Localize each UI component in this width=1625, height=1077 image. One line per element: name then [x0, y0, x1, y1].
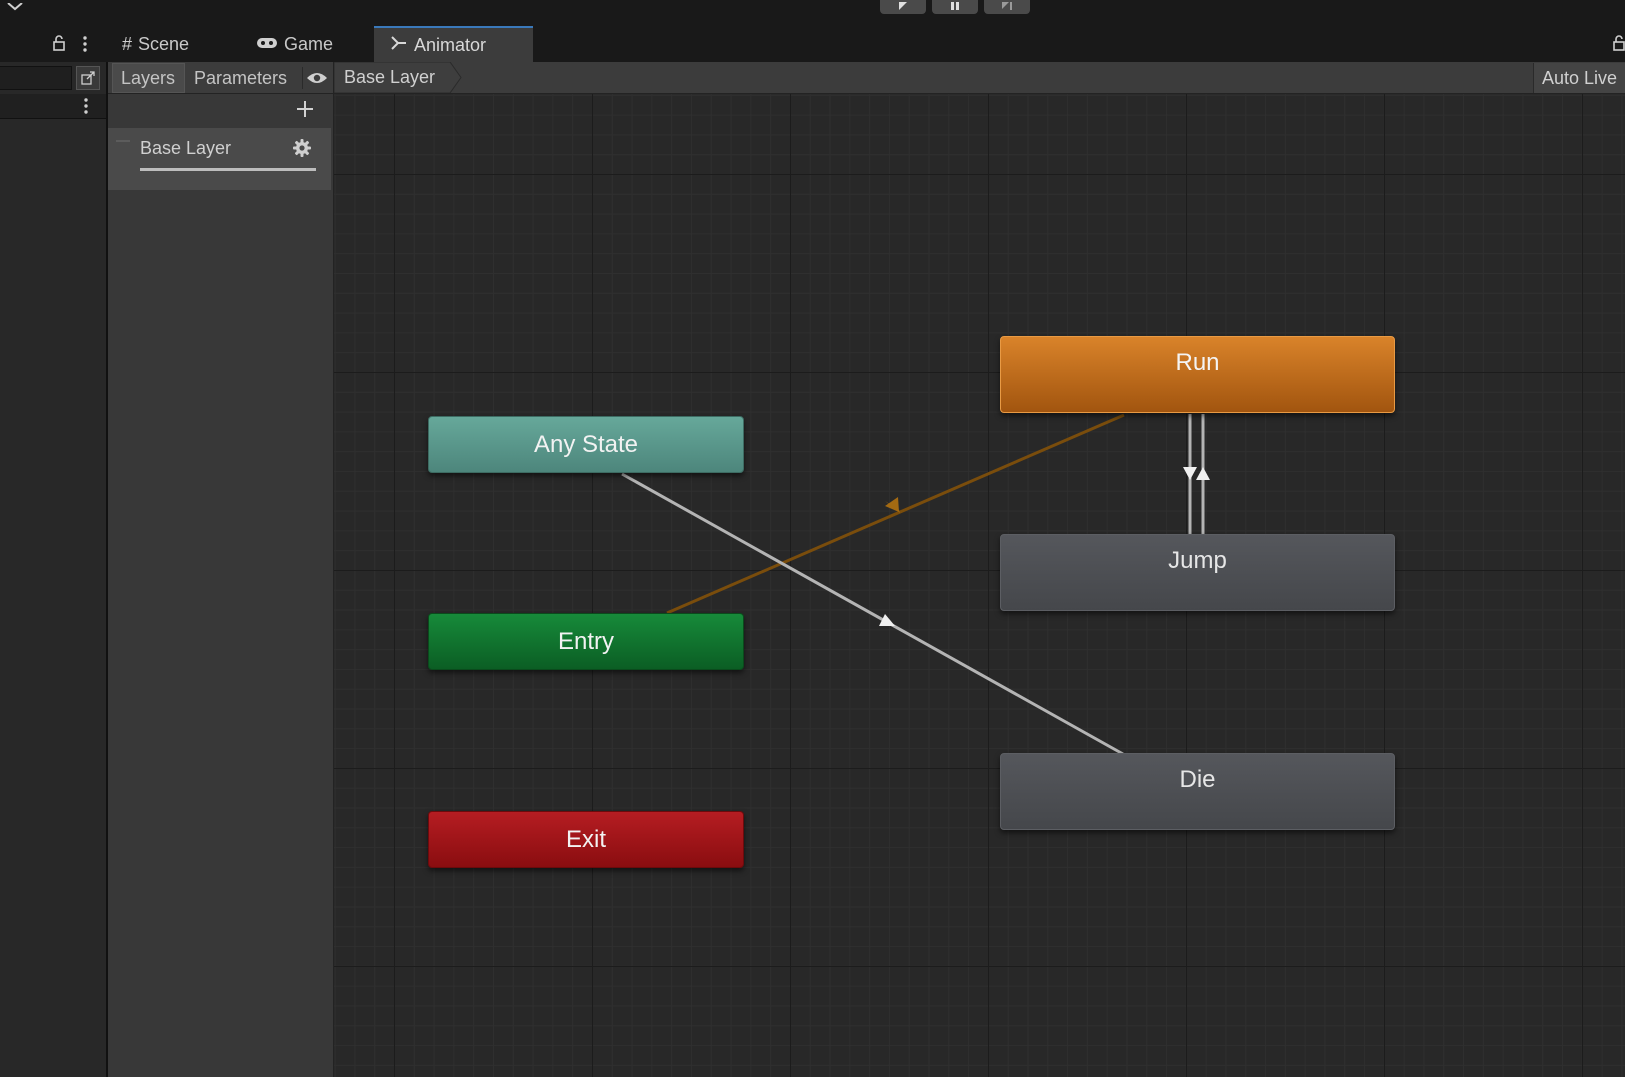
node-any-state[interactable]: Any State: [428, 416, 744, 473]
transition-arrow-icon: [1196, 467, 1210, 480]
step-button[interactable]: [984, 0, 1030, 14]
node-entry[interactable]: Entry: [428, 613, 744, 670]
graph-header: [334, 62, 1625, 94]
top-toolbar: [0, 0, 1625, 24]
pop-out-icon[interactable]: [76, 66, 100, 90]
node-jump[interactable]: Jump: [1000, 534, 1395, 611]
node-exit-label: Exit: [565, 825, 606, 853]
transition-arrow-icon: [1183, 467, 1197, 480]
auto-live-label: Auto Live: [1542, 67, 1618, 88]
node-die[interactable]: Die: [1000, 753, 1395, 830]
unity-logo-icon: [6, 0, 24, 18]
node-exit[interactable]: Exit: [428, 811, 744, 868]
gear-icon[interactable]: [292, 138, 312, 163]
play-button[interactable]: [880, 0, 926, 14]
tab-scene-label: Scene: [138, 33, 190, 54]
node-jump-label: Jump: [1168, 547, 1227, 574]
auto-live-button[interactable]: Auto Live: [1533, 63, 1625, 93]
node-entry-label: Entry: [557, 627, 614, 655]
add-layer-button[interactable]: [294, 98, 316, 120]
tab-bar: [0, 24, 1625, 63]
breadcrumb-label: Base Layer: [344, 67, 436, 87]
kebab-menu-icon[interactable]: [82, 36, 88, 57]
pause-icon: [951, 2, 959, 10]
eye-icon[interactable]: [302, 67, 331, 89]
search-field[interactable]: [0, 66, 72, 90]
lock-icon[interactable]: [52, 35, 66, 56]
animator-graph[interactable]: Any State Entry Exit Run Jump Die: [334, 94, 1625, 1077]
tab-parameters[interactable]: Parameters: [186, 63, 298, 93]
tab-layers-label: Layers: [121, 67, 176, 88]
left-panel: [0, 62, 108, 1077]
tab-scene[interactable]: # Scene: [112, 26, 212, 62]
transitions-layer: [621, 413, 1210, 756]
node-run-label: Run: [1175, 349, 1220, 376]
lock-icon[interactable]: [1612, 35, 1625, 56]
node-die-label: Die: [1179, 766, 1216, 793]
animator-icon: [390, 35, 408, 56]
hash-icon: #: [122, 33, 133, 54]
transition-arrow-icon: [885, 497, 899, 512]
left-panel-header: [0, 94, 106, 119]
layers-panel: [108, 62, 335, 1077]
layer-weight-bar[interactable]: [140, 168, 316, 171]
plus-icon: [297, 101, 313, 117]
tab-game-label: Game: [284, 33, 334, 54]
layer-name: Base Layer: [140, 138, 232, 158]
tab-animator-label: Animator: [414, 34, 487, 55]
tab-animator[interactable]: Animator: [374, 26, 533, 62]
layer-weight-fill: [140, 168, 316, 171]
node-run[interactable]: Run: [1000, 336, 1395, 413]
pause-button[interactable]: [932, 0, 978, 14]
tab-layers[interactable]: Layers: [112, 63, 185, 93]
step-icon: [1002, 2, 1012, 10]
gamepad-icon: [256, 34, 278, 55]
tab-game[interactable]: Game: [246, 26, 346, 62]
kebab-menu-icon[interactable]: [83, 98, 89, 119]
layer-item[interactable]: Base Layer: [108, 128, 331, 190]
node-any-state-label: Any State: [533, 430, 639, 458]
tab-parameters-label: Parameters: [194, 67, 288, 88]
play-icon: [899, 2, 907, 10]
drag-handle-icon[interactable]: [116, 140, 130, 142]
